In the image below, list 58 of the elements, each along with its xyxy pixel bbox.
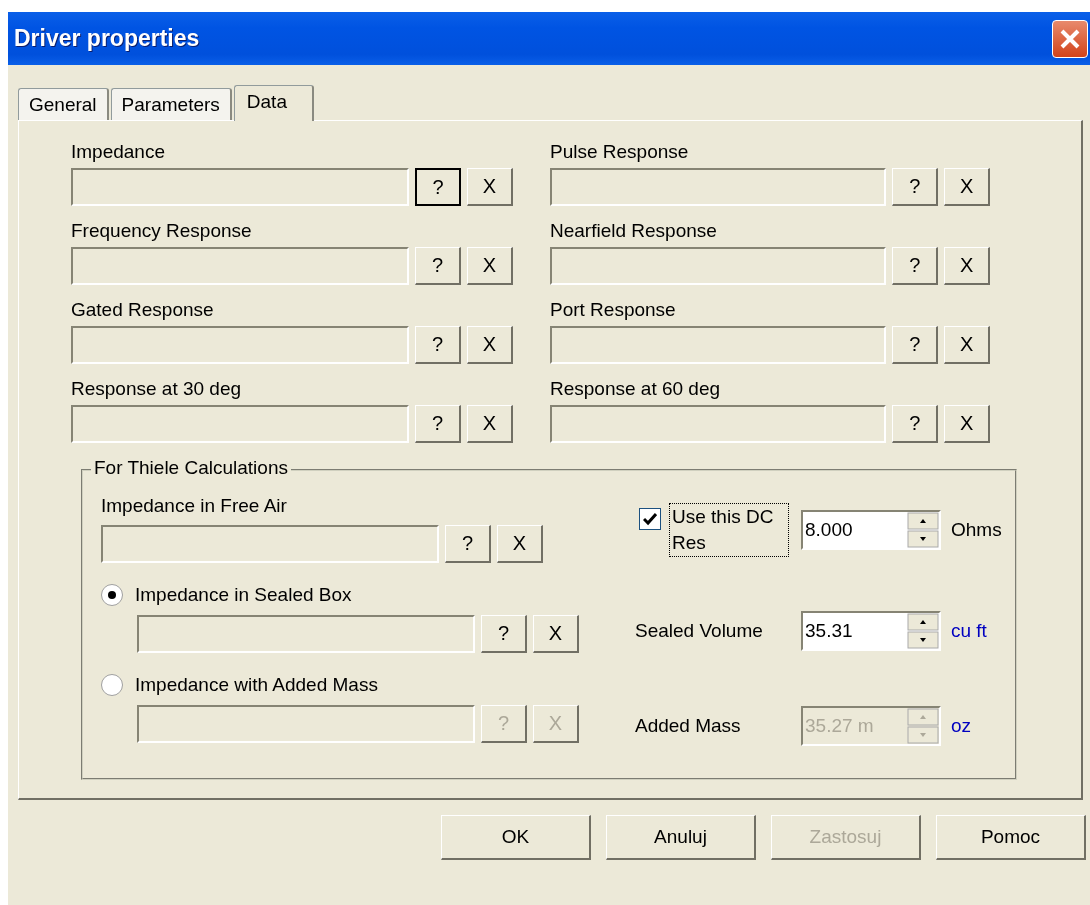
field-label: Port Response	[550, 299, 677, 322]
file-path-field[interactable]	[550, 326, 887, 364]
help-button[interactable]: ?	[892, 326, 939, 364]
file-path-field[interactable]	[550, 405, 887, 443]
tab[interactable]: Parameters	[110, 88, 232, 120]
dialog-button[interactable]: Anuluj	[606, 815, 756, 860]
help-button[interactable]: ?	[415, 168, 461, 206]
help-button[interactable]: ?	[892, 168, 939, 206]
clear-button[interactable]: X	[944, 405, 990, 443]
clear-button[interactable]: X	[467, 168, 513, 206]
file-path-field[interactable]	[71, 326, 409, 364]
clear-button[interactable]: X	[533, 615, 579, 653]
radio-label[interactable]: Impedance in Sealed Box	[135, 584, 352, 606]
file-path-field[interactable]	[550, 168, 887, 206]
unit-label: oz	[951, 715, 973, 737]
clear-button[interactable]: X	[467, 405, 513, 443]
field-label: Frequency Response	[71, 220, 253, 243]
window-title: Driver properties	[14, 25, 200, 52]
field-label: Response at 60 deg	[550, 378, 722, 401]
help-button[interactable]: ?	[415, 247, 461, 285]
clear-button[interactable]: X	[944, 326, 990, 364]
check-icon	[643, 512, 657, 526]
checkbox-label[interactable]: Use this DC Res	[669, 503, 789, 557]
file-path-field[interactable]	[137, 615, 475, 653]
clear-button[interactable]: X	[467, 247, 513, 285]
checkbox[interactable]	[639, 508, 661, 530]
file-path-field[interactable]	[550, 247, 887, 285]
field-label: Sealed Volume	[634, 620, 764, 642]
field-label: Nearfield Response	[550, 220, 718, 243]
unit-label: Ohms	[951, 519, 1003, 541]
field-label: Gated Response	[71, 299, 215, 322]
dialog-button[interactable]: Pomoc	[936, 815, 1086, 860]
help-button[interactable]: ?	[415, 326, 461, 364]
close-button[interactable]	[1052, 19, 1088, 58]
field-label: Impedance in Free Air	[101, 495, 288, 518]
dialog-button[interactable]: OK	[441, 815, 591, 860]
file-path-field[interactable]	[71, 168, 409, 206]
file-path-field[interactable]	[101, 525, 439, 563]
field-label: Pulse Response	[550, 141, 690, 164]
help-button[interactable]: ?	[892, 405, 939, 443]
field-label: Response at 30 deg	[71, 378, 243, 401]
help-button[interactable]: ?	[445, 525, 491, 563]
close-icon	[1059, 27, 1081, 50]
radio-button[interactable]	[101, 584, 123, 606]
file-path-field[interactable]	[71, 247, 409, 285]
clear-button[interactable]: X	[467, 326, 513, 364]
help-button[interactable]: ?	[892, 247, 939, 285]
clear-button[interactable]: X	[944, 168, 990, 206]
clear-button[interactable]: X	[497, 525, 543, 563]
field-label: Impedance	[71, 141, 166, 164]
clear-button[interactable]: X	[944, 247, 990, 285]
file-path-field[interactable]	[71, 405, 409, 443]
help-button[interactable]: ?	[415, 405, 461, 443]
tab[interactable]: General	[18, 88, 109, 120]
field-label: Added Mass	[634, 715, 742, 737]
help-button[interactable]: ?	[481, 615, 527, 653]
unit-label: cu ft	[951, 620, 988, 642]
tab[interactable]: Data	[233, 85, 314, 121]
